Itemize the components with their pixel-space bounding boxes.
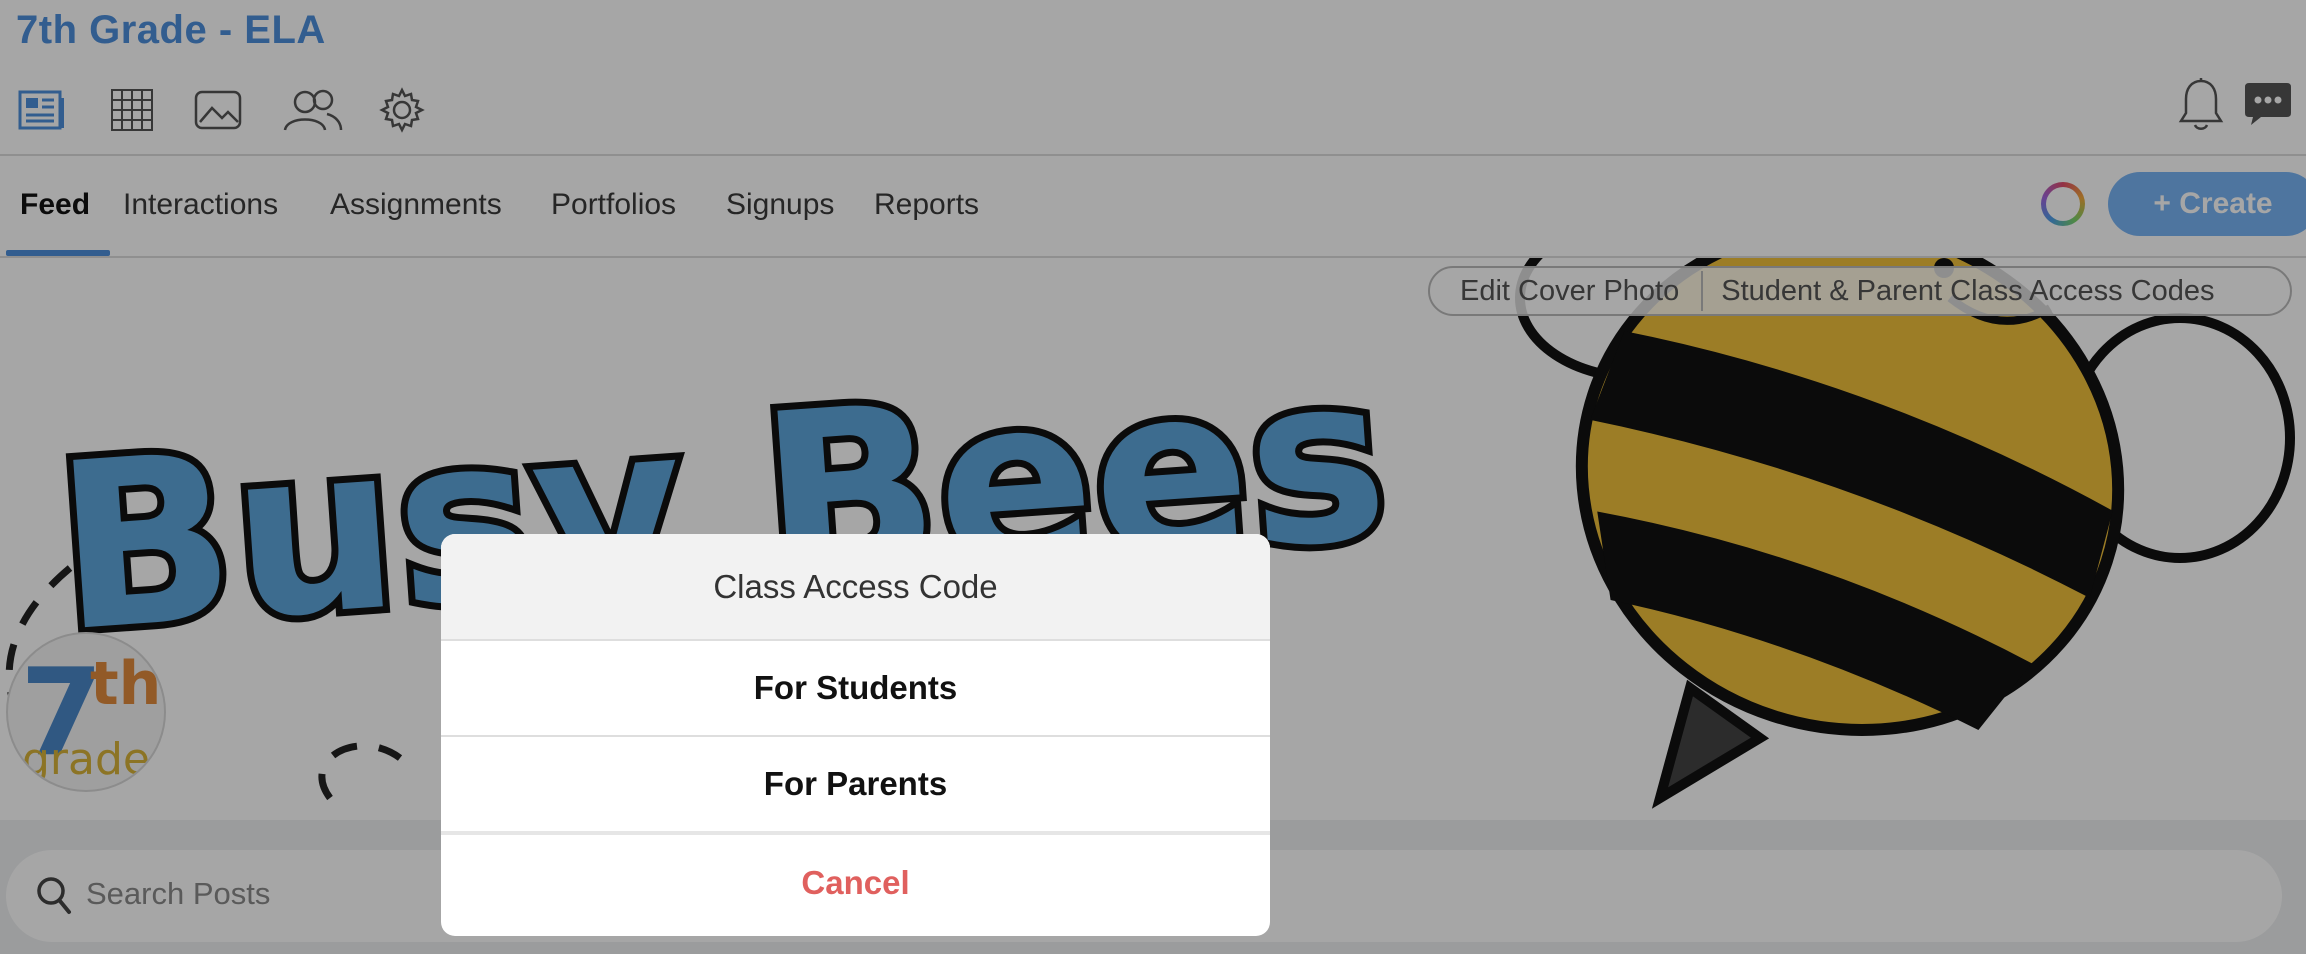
app-root: 7th Grade - ELA Feed Interactions Assign… [0, 0, 2306, 954]
for-students-option[interactable]: For Students [441, 641, 1270, 737]
class-access-code-dialog: Class Access Code For Students For Paren… [441, 534, 1270, 936]
dialog-title: Class Access Code [441, 534, 1270, 641]
cancel-button[interactable]: Cancel [441, 831, 1270, 931]
for-parents-option[interactable]: For Parents [441, 737, 1270, 831]
